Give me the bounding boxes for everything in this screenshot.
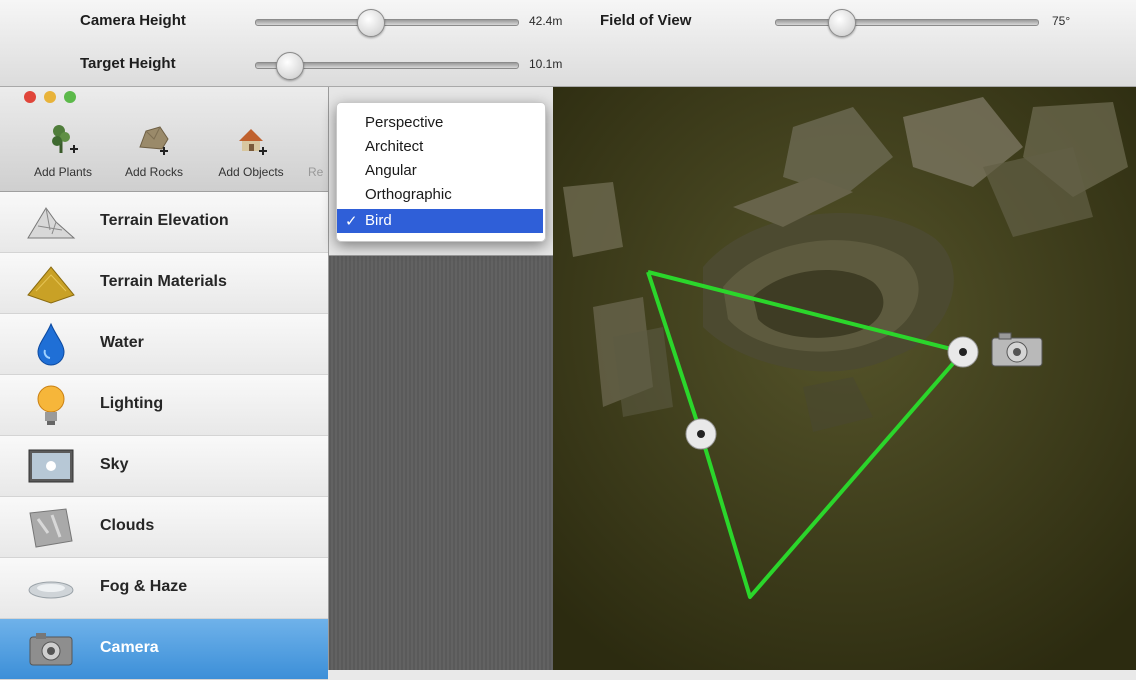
sidebar-item-label: Water bbox=[100, 334, 144, 351]
bird-view-map[interactable] bbox=[553, 87, 1136, 670]
menu-item-architect[interactable]: Architect bbox=[337, 135, 543, 159]
minimize-window-button[interactable] bbox=[44, 91, 56, 103]
sidebar-item-clouds[interactable]: Clouds bbox=[0, 497, 328, 558]
sidebar-item-label: Clouds bbox=[100, 517, 155, 534]
toolbar: Add Plants Add Rocks Add Objects Re bbox=[0, 87, 328, 192]
terrain-elevation-icon bbox=[27, 207, 76, 239]
camera-height-slider[interactable] bbox=[255, 19, 519, 26]
add-rocks-icon bbox=[139, 126, 169, 155]
add-objects-label: Add Objects bbox=[218, 165, 284, 179]
clipped-tool-icon bbox=[308, 119, 328, 159]
camera-height-slider-knob[interactable] bbox=[357, 9, 386, 37]
sidebar-item-label: Lighting bbox=[100, 395, 164, 412]
add-objects-icon bbox=[239, 129, 267, 155]
fog-icon bbox=[28, 581, 74, 599]
field-of-view-value: 75° bbox=[1052, 14, 1071, 28]
clipped-toolbar-button[interactable]: Re bbox=[308, 119, 328, 179]
field-of-view-label: Field of View bbox=[600, 12, 692, 29]
camera-position-handle[interactable] bbox=[947, 336, 979, 368]
sidebar-item-label: Camera bbox=[100, 639, 159, 656]
menu-item-label: Architect bbox=[365, 138, 424, 155]
menu-item-label: Bird bbox=[365, 212, 392, 229]
sidebar-item-label: Fog & Haze bbox=[100, 578, 188, 595]
add-rocks-button[interactable]: Add Rocks bbox=[112, 119, 196, 179]
sidebar-item-water[interactable]: Water bbox=[0, 314, 328, 375]
target-height-label: Target Height bbox=[80, 55, 176, 72]
menu-item-angular[interactable]: Angular bbox=[337, 159, 543, 183]
close-window-button[interactable] bbox=[24, 91, 36, 103]
field-of-view-slider[interactable] bbox=[775, 19, 1039, 26]
checkmark-icon: ✓ bbox=[345, 213, 358, 230]
sidebar-item-camera[interactable]: Camera bbox=[0, 619, 328, 680]
menu-item-perspective[interactable]: Perspective bbox=[337, 111, 543, 135]
sidebar-item-fog-haze[interactable]: Fog & Haze bbox=[0, 558, 328, 619]
camera-marker-icon bbox=[991, 332, 1043, 367]
sidebar: Add Plants Add Rocks Add Objects Re Terr… bbox=[0, 87, 329, 680]
light-bulb-icon bbox=[37, 385, 65, 425]
target-height-slider-knob[interactable] bbox=[276, 52, 305, 80]
terrain-materials-icon bbox=[27, 266, 75, 304]
camera-height-label: Camera Height bbox=[80, 12, 186, 29]
water-drop-icon bbox=[37, 322, 65, 366]
terrain-overview bbox=[553, 87, 1136, 670]
menu-item-bird[interactable]: ✓ Bird bbox=[337, 209, 543, 233]
target-height-value: 10.1m bbox=[529, 57, 563, 71]
add-plants-label: Add Plants bbox=[33, 165, 93, 179]
target-position-handle[interactable] bbox=[685, 418, 717, 450]
sidebar-item-terrain-materials[interactable]: Terrain Materials bbox=[0, 253, 328, 314]
sidebar-item-sky[interactable]: Sky bbox=[0, 436, 328, 497]
clouds-icon bbox=[29, 508, 73, 548]
sidebar-item-label: Terrain Materials bbox=[100, 273, 227, 290]
add-rocks-label: Add Rocks bbox=[124, 165, 184, 179]
sidebar-item-label: Sky bbox=[100, 456, 129, 473]
camera-height-value: 42.4m bbox=[529, 14, 563, 28]
menu-item-label: Perspective bbox=[365, 114, 444, 131]
menu-item-label: Orthographic bbox=[365, 186, 452, 203]
zoom-window-button[interactable] bbox=[64, 91, 76, 103]
tool-list: Terrain Elevation Terrain Materials Wate… bbox=[0, 192, 328, 680]
sidebar-item-label: Terrain Elevation bbox=[100, 212, 229, 229]
clipped-toolbar-label: Re bbox=[308, 165, 324, 179]
menu-item-orthographic[interactable]: Orthographic bbox=[337, 183, 543, 207]
menu-item-label: Angular bbox=[365, 162, 417, 179]
add-plants-icon bbox=[52, 125, 78, 153]
camera-controls-bar: Camera Height 42.4m Field of View 75° Ta… bbox=[0, 0, 1136, 87]
add-objects-button[interactable]: Add Objects bbox=[205, 119, 297, 179]
camera-icon bbox=[29, 633, 73, 666]
sidebar-item-terrain-elevation[interactable]: Terrain Elevation bbox=[0, 192, 328, 253]
field-of-view-slider-knob[interactable] bbox=[827, 9, 856, 37]
sidebar-item-lighting[interactable]: Lighting bbox=[0, 375, 328, 436]
view-mode-menu[interactable]: Perspective Architect Angular Orthograph… bbox=[336, 102, 546, 242]
sky-icon bbox=[28, 449, 74, 483]
add-plants-button[interactable]: Add Plants bbox=[22, 119, 104, 179]
